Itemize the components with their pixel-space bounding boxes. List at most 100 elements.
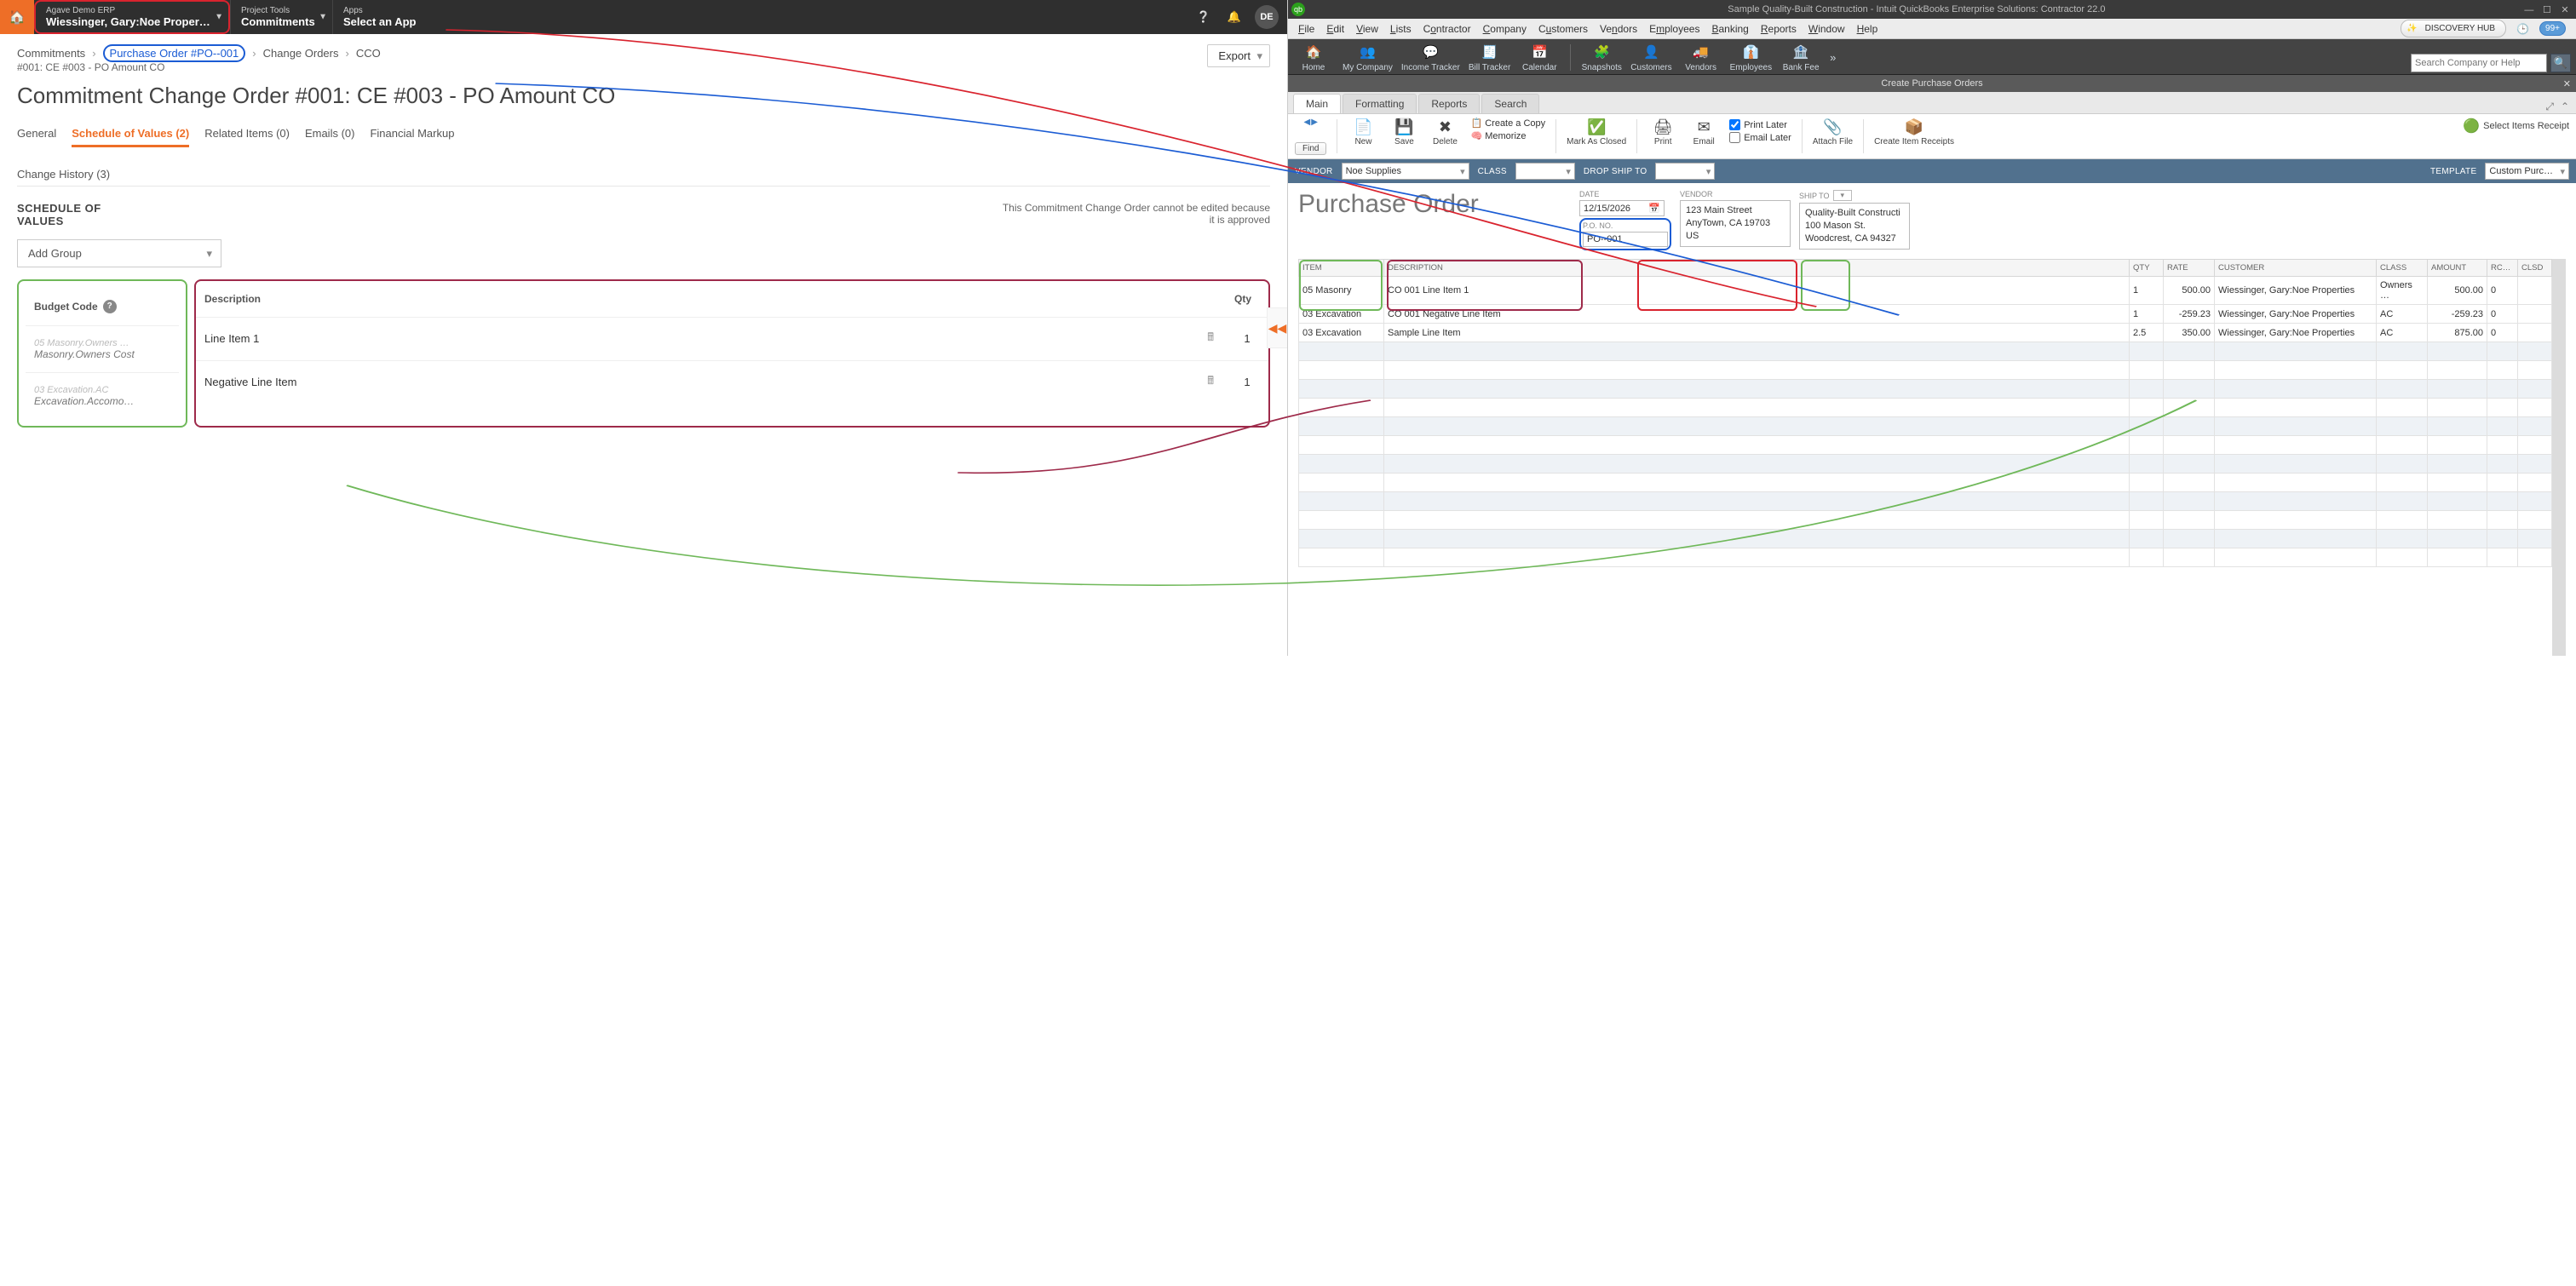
crumb-commitments[interactable]: Commitments [17, 47, 85, 60]
tab-search[interactable]: Search [1481, 94, 1539, 113]
next-icon[interactable]: ▶ [1311, 118, 1318, 127]
tab-financial-markup[interactable]: Financial Markup [370, 122, 454, 147]
nav-snapshots[interactable]: 🧩Snapshots [1581, 43, 1622, 72]
table-row-empty[interactable] [1299, 361, 2552, 380]
prev-icon[interactable]: ◀ [1304, 118, 1311, 127]
th-qty[interactable]: QTY [2130, 260, 2164, 277]
vendor-combobox[interactable]: Noe Supplies [1342, 163, 1469, 180]
nav-employees[interactable]: 👔Employees [1730, 43, 1772, 72]
reminders-badge[interactable]: 99+ [2539, 21, 2566, 36]
table-row-empty[interactable] [1299, 399, 2552, 417]
tab-main[interactable]: Main [1293, 94, 1341, 113]
menu-file[interactable]: File [1293, 21, 1320, 37]
clock-icon[interactable]: 🕒 [2511, 21, 2534, 37]
tab-emails[interactable]: Emails (0) [305, 122, 355, 147]
table-row-empty[interactable] [1299, 474, 2552, 492]
email-button[interactable]: ✉Email [1688, 118, 1719, 146]
export-button[interactable]: Export [1207, 44, 1270, 67]
shipto-address[interactable]: Quality-Built Constructi 100 Mason St. W… [1799, 203, 1910, 250]
email-later-checkbox[interactable]: Email Later [1729, 132, 1791, 143]
menu-vendors[interactable]: Vendors [1595, 21, 1642, 37]
chevron-up-icon[interactable]: ⌃ [2561, 100, 2569, 113]
menu-help[interactable]: Help [1852, 21, 1883, 37]
table-row-empty[interactable] [1299, 380, 2552, 399]
table-row-empty[interactable] [1299, 455, 2552, 474]
table-row-empty[interactable] [1299, 511, 2552, 530]
tab-sov[interactable]: Schedule of Values (2) [72, 122, 189, 147]
search-button[interactable]: 🔍 [2550, 54, 2571, 72]
tab-general[interactable]: General [17, 122, 56, 147]
print-later-checkbox[interactable]: Print Later [1729, 119, 1791, 130]
dropship-combobox[interactable] [1655, 163, 1715, 180]
save-button[interactable]: 💾Save [1389, 118, 1419, 146]
close-icon[interactable]: ✕ [2563, 78, 2571, 89]
tab-change-history[interactable]: Change History (3) [17, 163, 1270, 186]
table-row-empty[interactable] [1299, 417, 2552, 436]
discovery-hub-button[interactable]: ✨ DISCOVERY HUB [2401, 20, 2506, 37]
table-row-empty[interactable] [1299, 492, 2552, 511]
create-copy-button[interactable]: 📋 Create a Copy [1470, 118, 1545, 129]
memorize-button[interactable]: 🧠 Memorize [1470, 130, 1545, 141]
tab-related[interactable]: Related Items (0) [204, 122, 290, 147]
table-row-empty[interactable] [1299, 342, 2552, 361]
th-customer[interactable]: CUSTOMER [2215, 260, 2377, 277]
help-icon[interactable]: ? [103, 300, 117, 313]
table-row-empty[interactable] [1299, 548, 2552, 567]
menu-lists[interactable]: Lists [1385, 21, 1417, 37]
nav-customers[interactable]: 👤Customers [1630, 43, 1671, 72]
bell-icon[interactable]: 🔔 [1224, 7, 1245, 27]
nav-home[interactable]: 🏠Home [1293, 43, 1334, 72]
th-rc[interactable]: RC… [2487, 260, 2518, 277]
table-row[interactable]: 03 ExcavationSample Line Item2.5350.00Wi… [1299, 324, 2552, 342]
nav-income-tracker[interactable]: 💬Income Tracker [1401, 43, 1460, 72]
mark-closed-button[interactable]: ✅Mark As Closed [1567, 118, 1626, 146]
menu-company[interactable]: Company [1478, 21, 1532, 37]
menu-edit[interactable]: Edit [1321, 21, 1349, 37]
line-item-row[interactable]: Line Item 1 🖩 1 [196, 317, 1268, 360]
find-button[interactable]: Find [1295, 142, 1326, 155]
table-row[interactable]: 03 ExcavationCO 001 Negative Line Item1-… [1299, 305, 2552, 324]
create-item-receipts-button[interactable]: 📦Create Item Receipts [1874, 118, 1954, 146]
select-items-receipt-button[interactable]: 🟢Select Items Receipt [2463, 118, 2569, 135]
date-field[interactable]: 12/15/2026 [1579, 200, 1665, 216]
tab-reports[interactable]: Reports [1418, 94, 1480, 113]
new-button[interactable]: 📄New [1348, 118, 1378, 146]
home-icon[interactable]: 🏠 [0, 0, 34, 34]
th-item[interactable]: ITEM [1299, 260, 1384, 277]
erp-project-dropdown[interactable]: Agave Demo ERP Wiessinger, Gary:Noe Prop… [34, 0, 230, 34]
maximize-icon[interactable]: ☐ [2539, 4, 2555, 15]
print-button[interactable]: 🖨Print [1647, 118, 1678, 146]
template-combobox[interactable]: Custom Purc… [2485, 163, 2569, 180]
close-icon[interactable]: ✕ [2557, 4, 2573, 15]
po-no-field[interactable]: PO--001 [1583, 232, 1668, 247]
calculator-icon[interactable]: 🖩 [1207, 330, 1214, 348]
nav-vendors[interactable]: 🚚Vendors [1681, 43, 1722, 72]
th-amount[interactable]: AMOUNT [2428, 260, 2487, 277]
tab-formatting[interactable]: Formatting [1343, 94, 1417, 113]
menu-employees[interactable]: Employees [1644, 21, 1705, 37]
nav-my-company[interactable]: 👥My Company [1343, 43, 1393, 72]
menu-customers[interactable]: Customers [1533, 21, 1593, 37]
nav-calendar[interactable]: 📅Calendar [1519, 43, 1560, 72]
menu-contractor[interactable]: Contractor [1418, 21, 1476, 37]
menu-reports[interactable]: Reports [1756, 21, 1802, 37]
crumb-change-orders[interactable]: Change Orders [263, 47, 339, 60]
menu-banking[interactable]: Banking [1706, 21, 1753, 37]
class-combobox[interactable] [1515, 163, 1575, 180]
line-item-row[interactable]: Negative Line Item 🖩 1 [196, 360, 1268, 404]
table-row-empty[interactable] [1299, 436, 2552, 455]
th-class[interactable]: CLASS [2377, 260, 2428, 277]
user-avatar[interactable]: DE [1255, 5, 1279, 29]
apps-dropdown[interactable]: Apps Select an App [332, 0, 434, 34]
collapse-sidebar-icon[interactable]: ◀◀ [1267, 307, 1287, 348]
project-tools-dropdown[interactable]: Project Tools Commitments ▼ [230, 0, 332, 34]
company-search-input[interactable] [2411, 54, 2547, 72]
th-clsd[interactable]: CLSD [2518, 260, 2552, 277]
menu-view[interactable]: View [1351, 21, 1383, 37]
th-rate[interactable]: RATE [2164, 260, 2215, 277]
nav-bill-tracker[interactable]: 🧾Bill Tracker [1469, 43, 1510, 72]
vendor-address[interactable]: 123 Main Street AnyTown, CA 19703 US [1680, 200, 1791, 247]
delete-button[interactable]: ✖Delete [1429, 118, 1460, 146]
nav-bank-feeds[interactable]: 🏦Bank Fee [1780, 43, 1821, 72]
table-row[interactable]: 05 MasonryCO 001 Line Item 11500.00Wiess… [1299, 277, 2552, 305]
